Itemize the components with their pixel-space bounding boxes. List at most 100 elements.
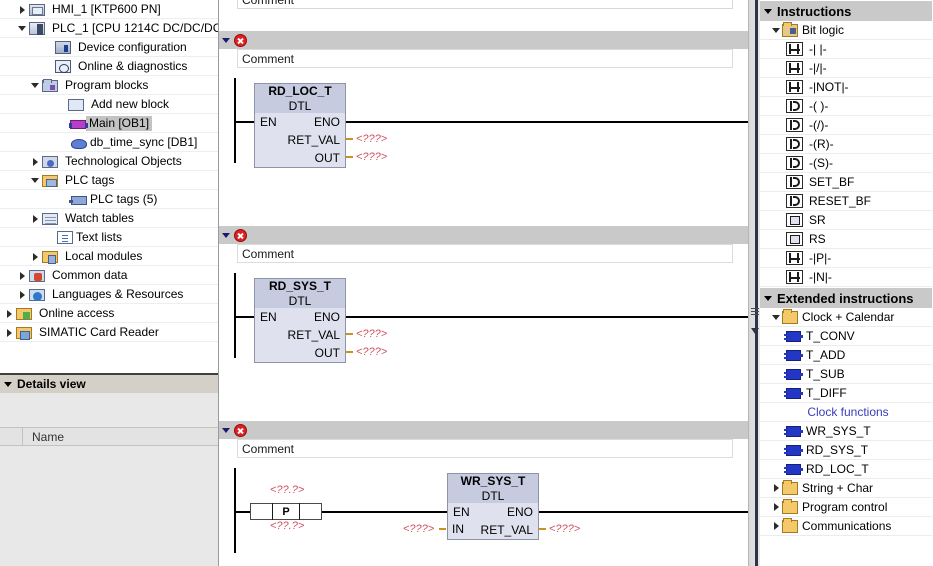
pin-en[interactable]: EN (260, 113, 277, 131)
details-view-collapse-caret[interactable] (4, 381, 12, 387)
tree-item[interactable]: Online access (0, 304, 218, 323)
instructions-pane[interactable]: Instructions Bit logic -| |- -|/|- -|NOT|- -… (760, 0, 932, 566)
splitter-collapse-arrow-icon[interactable] (751, 328, 759, 334)
pin-in-value-placeholder[interactable]: <???> (403, 522, 434, 536)
pin-label[interactable]: RET_VAL (481, 521, 533, 539)
instructions-collapse-caret[interactable] (764, 8, 772, 14)
instruction-group[interactable]: String + Char (760, 479, 932, 498)
tree-item[interactable]: PLC tags (5) (0, 190, 218, 209)
instruction-item[interactable]: SET_BF (760, 173, 932, 192)
tree-item[interactable]: PLC tags (0, 171, 218, 190)
instruction-item[interactable]: RS (760, 230, 932, 249)
pane-splitter[interactable] (748, 0, 760, 566)
extended-instructions-collapse-caret[interactable] (764, 295, 772, 301)
pin-label[interactable]: OUT (315, 149, 340, 167)
function-block[interactable]: RD_SYS_T DTL EN ENO RET_VAL OUT (254, 278, 346, 363)
project-tree-scroll-area[interactable]: HMI_1 [KTP600 PN] PLC_1 [CPU 1214C DC/DC/… (0, 0, 218, 373)
group-collapse-arrow-icon[interactable] (772, 25, 782, 36)
tree-item[interactable]: Common data (0, 266, 218, 285)
instruction-item[interactable]: WR_SYS_T (760, 422, 932, 441)
ladder-editor-pane[interactable]: Comment Comment RD_LOC_T DTL EN ENO RET_VAL OU… (219, 0, 748, 566)
tree-item[interactable]: db_time_sync [DB1] (0, 133, 218, 152)
contact-tag-above[interactable]: <??.?> (270, 484, 304, 496)
network-collapse-caret[interactable] (222, 232, 230, 238)
details-view-header[interactable]: Details view (0, 373, 218, 393)
pin-en[interactable]: EN (260, 308, 277, 326)
instruction-item[interactable]: RD_LOC_T (760, 460, 932, 479)
splitter-grip-icon[interactable] (751, 308, 759, 317)
pin-in[interactable]: IN (452, 520, 464, 538)
tree-collapse-arrow-icon[interactable] (30, 175, 41, 186)
instruction-item[interactable]: T_CONV (760, 327, 932, 346)
instruction-item[interactable]: RD_SYS_T (760, 441, 932, 460)
tree-expand-arrow-icon[interactable] (4, 308, 15, 319)
instruction-item[interactable]: SR (760, 211, 932, 230)
instruction-item[interactable]: -( )- (760, 97, 932, 116)
tree-collapse-arrow-icon[interactable] (17, 23, 28, 34)
instruction-item[interactable]: -|N|- (760, 268, 932, 287)
tree-expand-arrow-icon[interactable] (30, 156, 41, 167)
instruction-item[interactable]: T_ADD (760, 346, 932, 365)
pin-eno[interactable]: ENO (314, 113, 340, 131)
group-collapse-arrow-icon[interactable] (772, 312, 782, 323)
tree-expand-arrow-icon[interactable] (4, 327, 15, 338)
tree-expand-arrow-icon[interactable] (30, 213, 41, 224)
pin-label[interactable]: RET_VAL (288, 131, 340, 149)
extended-instructions-header[interactable]: Extended instructions (760, 287, 932, 308)
pin-value-placeholder[interactable]: <???> (356, 345, 387, 359)
contact-tag-below[interactable]: <??.?> (270, 520, 304, 532)
group-expand-arrow-icon[interactable] (772, 483, 782, 494)
tree-item[interactable]: Text lists (0, 228, 218, 247)
instruction-item[interactable]: -|NOT|- (760, 78, 932, 97)
network-comment[interactable]: Comment (237, 244, 733, 263)
group-expand-arrow-icon[interactable] (772, 502, 782, 513)
pin-en[interactable]: EN (453, 503, 470, 521)
network-collapse-caret[interactable] (222, 427, 230, 433)
tree-item[interactable]: Technological Objects (0, 152, 218, 171)
tree-item[interactable]: Program blocks (0, 76, 218, 95)
positive-edge-contact[interactable]: P (250, 503, 322, 520)
instruction-item[interactable]: -|P|- (760, 249, 932, 268)
pin-value-placeholder[interactable]: <???> (549, 522, 580, 536)
instruction-group[interactable]: Program control (760, 498, 932, 517)
pin-eno[interactable]: ENO (314, 308, 340, 326)
tree-item[interactable]: Main [OB1] (0, 114, 218, 133)
tree-item[interactable]: Local modules (0, 247, 218, 266)
tree-item[interactable]: Watch tables (0, 209, 218, 228)
pin-label[interactable]: OUT (315, 344, 340, 362)
pin-label[interactable]: RET_VAL (288, 326, 340, 344)
tree-expand-arrow-icon[interactable] (17, 4, 28, 15)
tree-item[interactable]: Device configuration (0, 38, 218, 57)
instruction-item[interactable]: T_SUB (760, 365, 932, 384)
instruction-item[interactable]: -|/|- (760, 59, 932, 78)
instruction-item[interactable]: -(R)- (760, 135, 932, 154)
instruction-item[interactable]: -(/)- (760, 116, 932, 135)
tree-item[interactable]: Online & diagnostics (0, 57, 218, 76)
tree-expand-arrow-icon[interactable] (30, 251, 41, 262)
pin-value-placeholder[interactable]: <???> (356, 132, 387, 146)
instructions-header[interactable]: Instructions (760, 0, 932, 21)
group-expand-arrow-icon[interactable] (772, 521, 782, 532)
previous-network-comment[interactable]: Comment (237, 0, 733, 9)
instruction-group[interactable]: Communications (760, 517, 932, 536)
tree-collapse-arrow-icon[interactable] (30, 80, 41, 91)
pin-eno[interactable]: ENO (507, 503, 533, 521)
tree-expand-arrow-icon[interactable] (17, 270, 28, 281)
tree-item[interactable]: Languages & Resources (0, 285, 218, 304)
network-header[interactable] (219, 225, 748, 244)
network-comment[interactable]: Comment (237, 439, 733, 458)
instruction-item[interactable]: T_DIFF (760, 384, 932, 403)
network-header[interactable] (219, 30, 748, 49)
network-collapse-caret[interactable] (222, 37, 230, 43)
pin-value-placeholder[interactable]: <???> (356, 150, 387, 164)
tree-item[interactable]: Add new block (0, 95, 218, 114)
instruction-group-clock-calendar[interactable]: Clock + Calendar (760, 308, 932, 327)
tree-item[interactable]: HMI_1 [KTP600 PN] (0, 0, 218, 19)
instruction-group-bit-logic[interactable]: Bit logic (760, 21, 932, 40)
instruction-item[interactable]: -| |- (760, 40, 932, 59)
function-block[interactable]: RD_LOC_T DTL EN ENO RET_VAL OUT (254, 83, 346, 168)
tree-item[interactable]: SIMATIC Card Reader (0, 323, 218, 342)
pin-value-placeholder[interactable]: <???> (356, 327, 387, 341)
instruction-item[interactable]: -(S)- (760, 154, 932, 173)
tree-expand-arrow-icon[interactable] (17, 289, 28, 300)
